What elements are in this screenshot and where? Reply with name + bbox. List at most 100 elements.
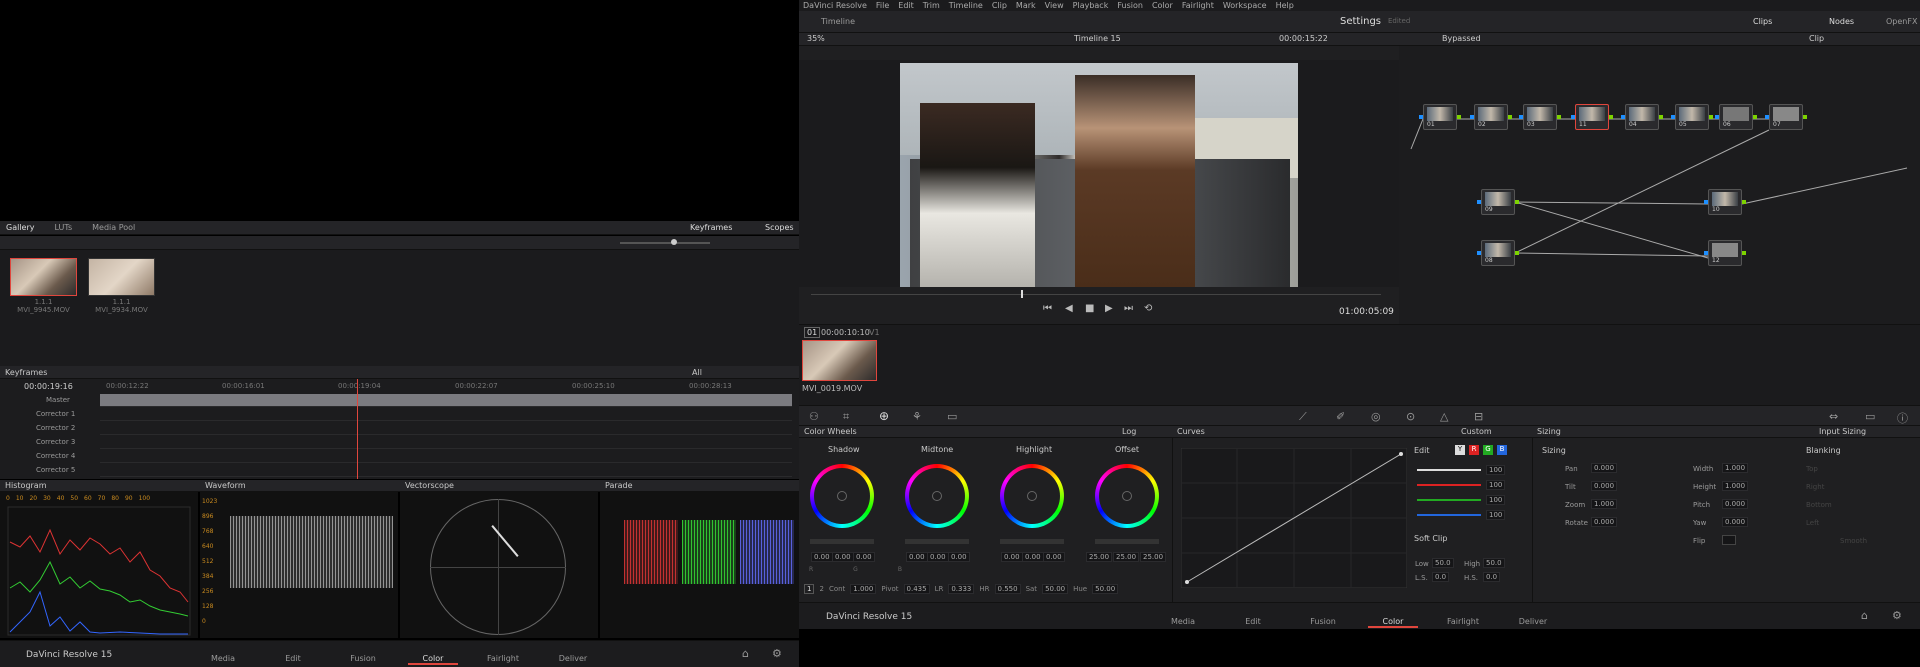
- wheel-offset-puck[interactable]: [1122, 491, 1132, 501]
- b-intensity[interactable]: 100: [1486, 510, 1506, 520]
- g-intensity[interactable]: 100: [1486, 495, 1506, 505]
- nav-color[interactable]: Color: [408, 654, 458, 665]
- offset-b[interactable]: 25.00: [1140, 552, 1167, 562]
- track-row[interactable]: [100, 450, 792, 463]
- tab-media-pool[interactable]: Media Pool: [92, 223, 135, 232]
- node-08[interactable]: 08: [1477, 240, 1519, 266]
- tilt-field[interactable]: 0.000: [1591, 481, 1618, 491]
- node-09[interactable]: 09: [1477, 189, 1519, 215]
- sizing-mode[interactable]: Input Sizing: [1819, 427, 1866, 436]
- scope-parade-title[interactable]: Parade: [605, 481, 633, 490]
- lr-field[interactable]: 0.333: [948, 584, 975, 594]
- menu-color[interactable]: Color: [1152, 1, 1173, 10]
- track-row[interactable]: [100, 408, 792, 421]
- low-field[interactable]: 50.0: [1432, 558, 1454, 568]
- color-wheels-icon[interactable]: ⊕: [879, 409, 889, 423]
- menu-playback[interactable]: Playback: [1073, 1, 1109, 10]
- menu-help[interactable]: Help: [1276, 1, 1294, 10]
- pitch-field[interactable]: 0.000: [1722, 499, 1749, 509]
- zoom-level[interactable]: 35%: [807, 34, 825, 43]
- still-size-slider[interactable]: [620, 242, 710, 244]
- scrub-bar[interactable]: [811, 294, 1381, 295]
- color-match-icon[interactable]: ⌗: [843, 410, 849, 424]
- menu-mark[interactable]: Mark: [1016, 1, 1036, 10]
- still-2[interactable]: [88, 258, 155, 296]
- r-intensity-slider[interactable]: [1417, 484, 1481, 486]
- flip-horizontal-button[interactable]: [1722, 535, 1736, 545]
- nav-edit-right[interactable]: Edit: [1228, 617, 1278, 626]
- pivot-field[interactable]: 0.435: [903, 584, 930, 594]
- sizing-icon[interactable]: ⇔: [1829, 410, 1838, 423]
- height-field[interactable]: 1.000: [1722, 481, 1749, 491]
- skip-back-icon[interactable]: ⏮: [1043, 303, 1052, 314]
- clips-toggle[interactable]: Clips: [1753, 17, 1772, 26]
- node-07[interactable]: 07: [1765, 104, 1807, 130]
- timeline-toggle[interactable]: Timeline: [821, 17, 855, 26]
- home-icon-right[interactable]: ⌂: [1861, 609, 1868, 622]
- nav-media-right[interactable]: Media: [1158, 617, 1208, 626]
- nodes-toggle[interactable]: Nodes: [1829, 17, 1854, 26]
- tracker-icon[interactable]: ⊙: [1406, 410, 1415, 423]
- highlight-r[interactable]: 0.00: [1001, 552, 1023, 562]
- curve-b-channel[interactable]: B: [1497, 445, 1507, 455]
- pan-field[interactable]: 0.000: [1591, 463, 1618, 473]
- offset-r[interactable]: 25.00: [1086, 552, 1113, 562]
- g-intensity-slider[interactable]: [1417, 499, 1481, 501]
- menu-view[interactable]: View: [1045, 1, 1064, 10]
- home-icon[interactable]: ⌂: [742, 647, 749, 660]
- midtone-g[interactable]: 0.00: [927, 552, 949, 562]
- info-icon[interactable]: ⓘ: [1897, 410, 1908, 426]
- offset-master-wheel[interactable]: [1095, 539, 1159, 544]
- menu-fusion[interactable]: Fusion: [1117, 1, 1143, 10]
- wheel-midtone-puck[interactable]: [932, 491, 942, 501]
- scrub-playhead[interactable]: [1021, 290, 1023, 298]
- track-row[interactable]: [100, 436, 792, 449]
- zoom-field[interactable]: 1.000: [1591, 499, 1618, 509]
- node-02[interactable]: 02: [1470, 104, 1512, 130]
- viewer-image[interactable]: [900, 63, 1298, 287]
- scopes-toggle[interactable]: Scopes: [765, 223, 794, 232]
- nav-color-right[interactable]: Color: [1368, 617, 1418, 628]
- sat-field[interactable]: 50.00: [1042, 584, 1069, 594]
- keyframes-toggle[interactable]: Keyframes: [690, 223, 732, 232]
- highlight-b[interactable]: 0.00: [1043, 552, 1065, 562]
- menu-workspace[interactable]: Workspace: [1223, 1, 1267, 10]
- node-05[interactable]: 05: [1671, 104, 1713, 130]
- rgb-mixer-icon[interactable]: ⚘: [912, 410, 922, 423]
- contrast-field[interactable]: 1.000: [850, 584, 877, 594]
- nav-fusion[interactable]: Fusion: [338, 654, 388, 663]
- node-10[interactable]: 10: [1704, 189, 1746, 215]
- keyframe-playhead[interactable]: [357, 379, 358, 479]
- hr-field[interactable]: 0.550: [994, 584, 1021, 594]
- openfx-toggle[interactable]: OpenFX: [1886, 17, 1917, 26]
- page-2[interactable]: 2: [819, 585, 823, 593]
- clip-thumb[interactable]: [802, 340, 877, 381]
- loop-icon[interactable]: ⟲: [1144, 303, 1152, 314]
- highlight-master-wheel[interactable]: [1000, 539, 1064, 544]
- curves-icon[interactable]: ⟋: [1299, 410, 1307, 424]
- window-icon[interactable]: ◎: [1371, 410, 1381, 423]
- node-06[interactable]: 06: [1715, 104, 1757, 130]
- b-intensity-slider[interactable]: [1417, 514, 1481, 516]
- midtone-master-wheel[interactable]: [905, 539, 969, 544]
- wheels-mode[interactable]: Log: [1122, 427, 1136, 436]
- skip-forward-icon[interactable]: ⏭: [1124, 303, 1133, 314]
- node-editor[interactable]: Bypassed Clip 01 02 03 11 04 05 06 07 09…: [1399, 33, 1920, 324]
- width-field[interactable]: 1.000: [1722, 463, 1749, 473]
- menu-file[interactable]: File: [876, 1, 889, 10]
- curve-graph[interactable]: [1181, 448, 1407, 588]
- motion-effects-icon[interactable]: ▭: [947, 410, 957, 423]
- nav-fairlight-right[interactable]: Fairlight: [1438, 617, 1488, 626]
- midtone-b[interactable]: 0.00: [948, 552, 970, 562]
- r-intensity[interactable]: 100: [1486, 480, 1506, 490]
- play-icon[interactable]: ▶: [1105, 303, 1113, 314]
- wheel-shadow-puck[interactable]: [837, 491, 847, 501]
- curves-mode[interactable]: Custom: [1461, 427, 1492, 436]
- track-row[interactable]: [100, 464, 792, 477]
- nav-fairlight[interactable]: Fairlight: [478, 654, 528, 663]
- node-04[interactable]: 04: [1621, 104, 1663, 130]
- keyframes-filter[interactable]: All: [692, 368, 702, 377]
- highlight-g[interactable]: 0.00: [1022, 552, 1044, 562]
- shadow-b[interactable]: 0.00: [853, 552, 875, 562]
- node-12[interactable]: 12: [1704, 240, 1746, 266]
